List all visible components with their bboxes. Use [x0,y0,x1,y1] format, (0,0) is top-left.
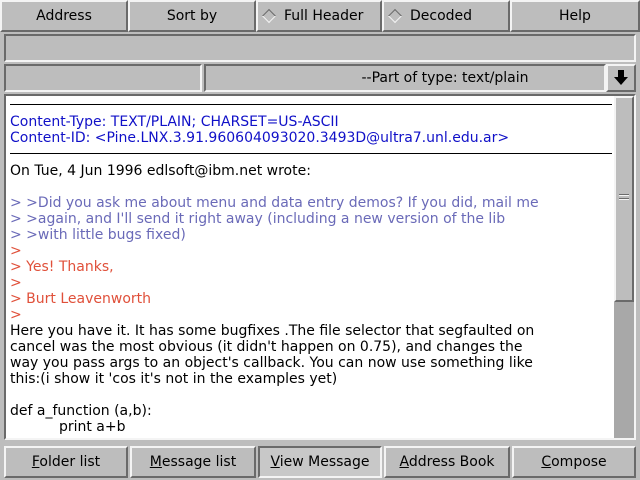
part-selector[interactable]: --Part of type: text/plain [204,64,606,92]
quote-line: > Burt Leavenworth [10,291,152,307]
arrow-down-icon [614,70,628,85]
full-header-diamond-icon [261,8,277,24]
address-button[interactable]: Address [0,0,128,32]
view-message-label: View Message [270,454,370,470]
grip-icon [619,194,629,196]
body-line: Here you have it. It has some bugfixes .… [10,323,535,339]
content-id-line: Content-ID: <Pine.LNX.3.91.960604093020.… [10,130,510,146]
help-label: Help [559,8,591,24]
full-header-label: Full Header [284,8,364,24]
body-line: print a+b [10,419,126,435]
quote-line: > [10,307,22,323]
folder-list-label: Folder list [31,454,101,470]
quote-line: > >again, and I'll send it right away (i… [10,211,506,227]
decoded-label: Decoded [410,8,473,24]
body-line: this:(i show it 'cos it's not in the exa… [10,371,338,387]
attribution-line: On Tue, 4 Jun 1996 edlsoft@ibm.net wrote… [10,163,311,179]
sort-by-button[interactable]: Sort by [128,0,256,32]
help-button[interactable]: Help [510,0,640,32]
status-field [4,34,636,62]
part-menu-button[interactable] [606,64,636,92]
body-line: way you pass args to an object's callbac… [10,355,533,371]
message-viewer[interactable]: Content-Type: TEXT/PLAIN; CHARSET=US-ASC… [4,94,636,440]
quote-line: > [10,275,22,291]
full-header-toggle[interactable]: Full Header [256,0,382,32]
compose-button[interactable]: Compose [512,446,636,478]
body-line: def a_function (a,b): [10,403,152,419]
quote-line: > >Did you ask me about menu and data en… [10,195,539,211]
quote-line: > [10,243,22,259]
scroll-thumb[interactable] [614,96,634,302]
address-book-label: Address Book [399,454,495,470]
compose-label: Compose [541,454,607,470]
message-content: Content-Type: TEXT/PLAIN; CHARSET=US-ASC… [6,96,612,438]
message-list-label: Message list [149,454,237,470]
body-line: cancel was the most obvious (it didn't h… [10,339,523,355]
quote-line: > Yes! Thanks, [10,259,114,275]
part-info-field [4,64,202,92]
grip-icon [619,198,629,200]
sort-by-label: Sort by [166,8,218,24]
quote-line: > >with little bugs fixed) [10,227,186,243]
address-book-button[interactable]: Address Book [384,446,510,478]
decoded-toggle[interactable]: Decoded [382,0,510,32]
content-type-line: Content-Type: TEXT/PLAIN; CHARSET=US-ASC… [10,114,339,130]
folder-list-button[interactable]: Folder list [4,446,128,478]
address-label: Address [36,8,92,24]
decoded-diamond-icon [387,8,403,24]
message-list-button[interactable]: Message list [130,446,256,478]
view-message-button[interactable]: View Message [258,446,382,478]
part-selector-label: --Part of type: text/plain [361,70,529,86]
vertical-scrollbar[interactable] [614,96,634,438]
header-rule-top [10,104,612,105]
header-rule-bottom [10,153,612,154]
